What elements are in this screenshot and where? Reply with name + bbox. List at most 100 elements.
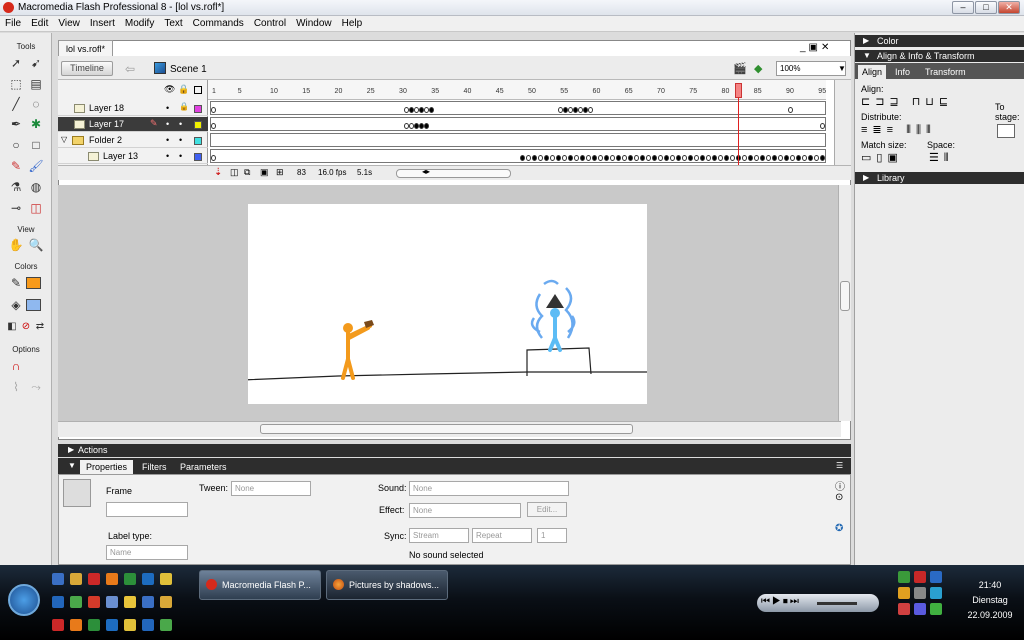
- tray-icon[interactable]: [930, 587, 942, 599]
- outline-header-icon[interactable]: [194, 86, 202, 94]
- document-tab[interactable]: lol vs.rofl*: [58, 40, 114, 56]
- menu-view[interactable]: View: [53, 16, 85, 29]
- frame-track-folder-2[interactable]: [210, 133, 826, 147]
- zoom-tool-icon[interactable]: 🔍: [28, 237, 44, 253]
- layer-outline-swatch[interactable]: [194, 105, 202, 113]
- tray-icon[interactable]: [898, 571, 910, 583]
- align-collapse-icon[interactable]: ▼: [863, 51, 871, 60]
- space-buttons[interactable]: ☰⫴: [929, 151, 953, 165]
- itunes-icon[interactable]: [70, 596, 82, 608]
- layer-row[interactable]: Layer 18 • 🔒: [58, 101, 208, 116]
- minimize-button[interactable]: –: [952, 1, 974, 14]
- distribute-buttons[interactable]: ≡≣≡ ⦀⫼⦀: [861, 123, 936, 137]
- menu-insert[interactable]: Insert: [85, 16, 120, 29]
- fill-color-swatch[interactable]: [26, 299, 41, 311]
- tab-parameters[interactable]: Parameters: [180, 462, 227, 472]
- library-panel-header[interactable]: Library: [855, 172, 1024, 184]
- frame-track-layer-17[interactable]: [210, 117, 826, 131]
- media-icon[interactable]: [160, 573, 172, 585]
- lasso-tool-icon[interactable]: ◌: [28, 96, 44, 112]
- panel-menu-icon[interactable]: ☰: [836, 461, 843, 470]
- media-icon[interactable]: [124, 619, 136, 631]
- menu-window[interactable]: Window: [291, 16, 337, 29]
- tray-icon[interactable]: [914, 603, 926, 615]
- stage-vscroll[interactable]: [838, 185, 851, 421]
- document-window-controls[interactable]: _▣✕: [800, 42, 832, 53]
- match-size-buttons[interactable]: ▭▯▣: [861, 151, 903, 164]
- brush-tool-icon[interactable]: 🖌: [28, 158, 44, 174]
- color-expand-icon[interactable]: ▶: [863, 36, 869, 45]
- vscroll-thumb[interactable]: [840, 281, 850, 311]
- folder-expand-icon[interactable]: ▽: [61, 135, 67, 144]
- menu-help[interactable]: Help: [337, 16, 368, 29]
- media-player-controls[interactable]: ⏮▶⏹⏭: [757, 594, 879, 612]
- zoom-chevron-down-icon[interactable]: ▼: [838, 64, 846, 73]
- edit-multiple-frames-icon[interactable]: ▣: [260, 167, 269, 178]
- pencil-tool-icon[interactable]: ✎: [8, 158, 24, 174]
- timeline-vscroll[interactable]: [834, 80, 851, 165]
- clock[interactable]: 21:40 Dienstag 22.09.2009: [960, 578, 1020, 623]
- firefox-icon[interactable]: [88, 619, 100, 631]
- onion-skin-icon[interactable]: ◫: [230, 167, 239, 178]
- to-stage-button[interactable]: [997, 124, 1015, 138]
- menu-edit[interactable]: Edit: [26, 16, 53, 29]
- visibility-dot[interactable]: •: [166, 119, 169, 129]
- pen-tool-icon[interactable]: ✒: [8, 116, 24, 132]
- tab-filters[interactable]: Filters: [142, 462, 167, 472]
- layer-outline-swatch[interactable]: [194, 121, 202, 129]
- timeline-button[interactable]: Timeline: [61, 61, 113, 76]
- oval-tool-icon[interactable]: ○: [8, 137, 24, 153]
- text-tool-icon[interactable]: ✱: [28, 116, 44, 132]
- visibility-dot[interactable]: •: [166, 135, 169, 145]
- stroke-color-icon[interactable]: ✎: [8, 275, 24, 291]
- swap-colors-icon[interactable]: ⇄: [32, 319, 48, 335]
- free-transform-icon[interactable]: ⬚: [8, 76, 24, 92]
- tray-icon[interactable]: [914, 587, 926, 599]
- lock-header-icon[interactable]: 🔒: [178, 84, 189, 95]
- msn-icon[interactable]: [142, 573, 154, 585]
- tween-select[interactable]: None: [231, 481, 311, 496]
- actions-panel-header[interactable]: ▶ Actions: [58, 444, 851, 457]
- tray-icon[interactable]: [898, 587, 910, 599]
- library-expand-icon[interactable]: ▶: [863, 173, 869, 182]
- explorer-icon[interactable]: [70, 573, 82, 585]
- lock-dot[interactable]: •: [179, 135, 182, 145]
- scroll-thumb-icon[interactable]: ◂▸: [422, 167, 430, 176]
- layer-row[interactable]: Layer 17 ✎ • •: [58, 117, 208, 132]
- color-panel-header[interactable]: Color: [855, 35, 1024, 47]
- playhead[interactable]: [735, 83, 742, 98]
- menu-commands[interactable]: Commands: [188, 16, 249, 29]
- opera-icon[interactable]: [88, 596, 100, 608]
- tab-properties[interactable]: Properties: [80, 460, 134, 474]
- hand-tool-icon[interactable]: ✋: [8, 237, 24, 253]
- menu-modify[interactable]: Modify: [120, 16, 159, 29]
- label-type-select[interactable]: Name: [106, 545, 188, 560]
- taskbar-button-flash[interactable]: Macromedia Flash P...: [199, 570, 321, 600]
- help-icon[interactable]: ⓘ: [835, 478, 845, 493]
- acrobat-icon[interactable]: [88, 573, 100, 585]
- straighten-icon[interactable]: ⤳: [28, 379, 44, 395]
- stage[interactable]: [241, 204, 662, 404]
- flash-player-icon[interactable]: [106, 573, 118, 585]
- sync-select[interactable]: Stream: [409, 528, 469, 543]
- collapse-arrow-icon[interactable]: ▼: [68, 461, 76, 470]
- back-arrow-icon[interactable]: ⇦: [125, 62, 135, 76]
- arrow-tool-icon[interactable]: ➚: [8, 55, 24, 71]
- firefox-icon[interactable]: [124, 573, 136, 585]
- maximize-button[interactable]: □: [975, 1, 997, 14]
- align-buttons[interactable]: ⊏⊐⊒ ⊓⊔⊑: [861, 95, 953, 108]
- eyedropper-icon[interactable]: ⊸: [8, 200, 24, 216]
- aol-icon[interactable]: [106, 596, 118, 608]
- tray-icon[interactable]: [914, 571, 926, 583]
- taskbar-button-firefox[interactable]: Pictures by shadows...: [326, 570, 448, 600]
- timeline-hscroll[interactable]: [396, 169, 511, 178]
- tab-align[interactable]: Align: [858, 65, 887, 79]
- itunes-icon[interactable]: [160, 619, 172, 631]
- tray-icon[interactable]: [930, 603, 942, 615]
- center-frame-icon[interactable]: ⇣: [214, 167, 222, 178]
- repeat-select[interactable]: Repeat: [472, 528, 532, 543]
- volume-slider[interactable]: [817, 602, 857, 605]
- rectangle-tool-icon[interactable]: □: [28, 137, 44, 153]
- zoom-select[interactable]: 100%: [776, 61, 846, 76]
- flash-player-icon[interactable]: [70, 619, 82, 631]
